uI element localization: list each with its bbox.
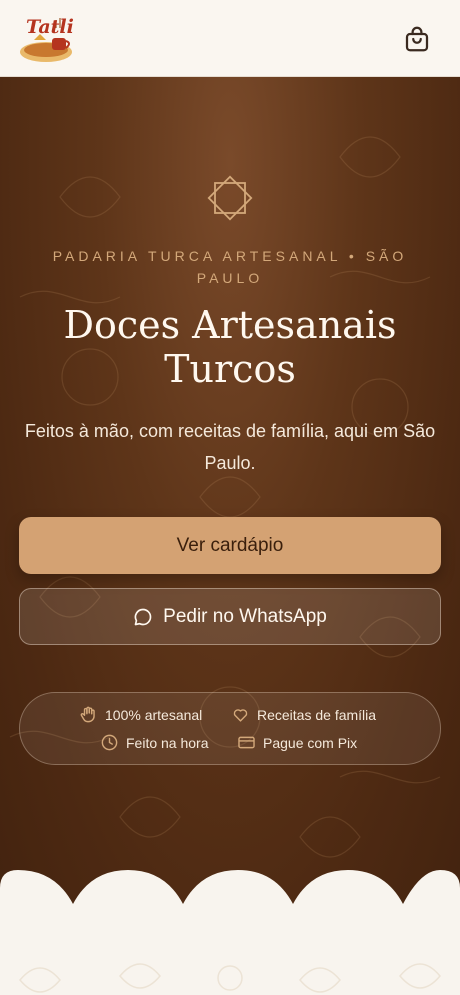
feature-family-recipes: Receitas de família xyxy=(231,705,376,724)
whatsapp-order-label: Pedir no WhatsApp xyxy=(163,605,327,627)
shopping-basket-icon xyxy=(405,26,429,52)
heart-icon xyxy=(233,709,248,722)
hand-icon xyxy=(80,706,95,723)
bottom-ornament xyxy=(19,963,441,993)
eight-point-star-icon xyxy=(207,175,253,221)
feature-pix: Pague com Pix xyxy=(237,733,357,752)
cart-button[interactable] xyxy=(402,24,432,54)
logo[interactable]: Tatli xyxy=(16,10,76,66)
whatsapp-order-button[interactable]: Pedir no WhatsApp xyxy=(19,588,441,645)
scalloped-divider xyxy=(0,870,460,928)
view-menu-label: Ver cardápio xyxy=(176,534,284,556)
card-icon xyxy=(238,736,255,749)
hero-title-line1: Doces Artesanais xyxy=(63,303,397,347)
clock-icon xyxy=(101,734,118,751)
hero-title-line2: Turcos xyxy=(164,347,296,391)
site-header: Tatli xyxy=(0,0,460,77)
logo-text: Tatli xyxy=(26,16,74,38)
feature-made-fresh-label: Feito na hora xyxy=(126,734,209,751)
chat-bubble-icon xyxy=(134,608,152,625)
hero-subtitle: Feitos à mão, com receitas de família, a… xyxy=(24,421,436,473)
hero-title: Doces Artesanais Turcos xyxy=(20,303,440,391)
feature-pix-label: Pague com Pix xyxy=(263,734,358,751)
hero-eyebrow: PADARIA TURCA ARTESANAL • SÃO PAULO xyxy=(52,248,408,286)
view-menu-button[interactable]: Ver cardápio xyxy=(19,517,441,574)
features-panel: 100% artesanal Receitas de família Feito… xyxy=(19,692,441,765)
feature-artisanal: 100% artesanal xyxy=(79,705,202,724)
feature-family-recipes-label: Receitas de família xyxy=(257,706,377,723)
feature-made-fresh: Feito na hora xyxy=(100,733,209,752)
feature-artisanal-label: 100% artesanal xyxy=(105,706,203,723)
hero-section: PADARIA TURCA ARTESANAL • SÃO PAULO Doce… xyxy=(0,77,460,917)
